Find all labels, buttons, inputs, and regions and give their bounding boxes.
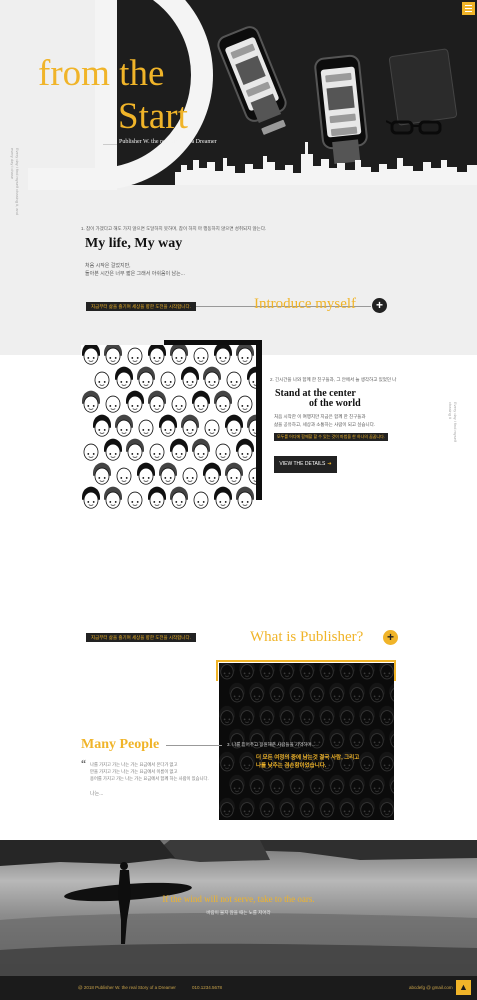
intro-tag: 지금부터 삶을 즐기며 세상을 향한 도전을 시작합니다. [86, 302, 196, 311]
footer: @ 2018 Publisher W. the real Story of a … [0, 976, 477, 1000]
center-paragraph-line2: 삶을 공유하고, 세상과 소통하는 사람이 되고 싶습니다. [274, 422, 376, 427]
crowd-faces-image [82, 345, 256, 509]
arrow-up-icon: ▲ [459, 982, 468, 992]
many-people-title: Many People [81, 737, 160, 752]
what-is-publisher-link[interactable]: What is Publisher? [250, 629, 363, 646]
center-side-text: Every day i find myself chasing it [447, 402, 458, 443]
glasses-icon [386, 120, 442, 135]
hero-subtitle-line [103, 144, 117, 145]
phone-image-right [313, 53, 369, 165]
hero-side-text: Every day i find myself chasing it, and … [9, 148, 20, 215]
publisher-box-quote-line1: 더 모든 여정의 중에 남는것 결국 사람, 그리고 [256, 755, 360, 761]
intro-paragraph-line1: 처음 시작은 걸었지만, [85, 263, 131, 269]
hero-subtitle: Publisher W. the real Story of a Dreamer [119, 139, 217, 145]
hero-title-line1: from the [38, 53, 165, 94]
center-tag: 모두를 어디에 함께할 할 수 있는 것이 마법을 한 하나의 꿈꿉니다. [274, 433, 388, 441]
plus-icon[interactable]: + [383, 630, 398, 645]
many-people-line-3: 용어를 가지고 가는 나는 가는 요금에서 함께 하는 사람이 있습니다. [90, 776, 209, 781]
intro-number-text: 1. 참이 가겠다고 해도 가지 않으면 도달하지 못하며, 참이 하지 마 행… [81, 226, 267, 231]
city-skyline [175, 142, 477, 185]
surf-subtitle: 바람이 불지 않을 때는 노를 저어라 [206, 910, 271, 915]
footer-phone: 010.1234.5678 [192, 985, 223, 990]
scroll-top-button[interactable]: ▲ [456, 980, 471, 995]
view-details-button[interactable]: VIEW THE DETAILS ➔ [274, 456, 337, 473]
footer-email-link[interactable]: abcdefg @ gmail.com [409, 985, 453, 990]
surf-photo [0, 840, 477, 976]
introduce-myself-link[interactable]: Introduce myself [254, 296, 356, 313]
center-number-text: 2. 긴시간을 나와 함께 한 친구들과, 그 안에서 늘 생각하고 있었던 나 [270, 377, 397, 382]
crowd-illustration [81, 345, 256, 513]
intro-title: My life, My way [85, 236, 183, 251]
footer-copyright: @ 2018 Publisher W. the real Story of a … [78, 985, 176, 990]
many-people-ending: 나는... [90, 791, 104, 797]
many-people-line-2: 만을 가지고 가는 나는 가는 요금에서 이름이 없고 [90, 769, 178, 774]
many-people-line-1: 나를 가지고 가는 나는 가는 요금에서 온다가 없고 [90, 762, 178, 767]
arrow-right-icon: ➔ [327, 461, 332, 467]
center-title-line2: of the world [309, 398, 361, 409]
publisher-box-quote-line2: 나를 낮추는 겸손함이었습니다. [256, 763, 327, 769]
menu-button[interactable] [462, 2, 475, 15]
publisher-tag: 지금부터 삶을 즐기며 세상을 향한 도전을 시작합니다. [86, 633, 196, 642]
publisher-box-number: 3. 나를 믿어주고 응원해준 사람들을 기억하며... [227, 742, 316, 747]
surf-banner: If the wind will not serve, take to the … [0, 840, 477, 976]
hero-title-line2: Start [118, 96, 188, 137]
quote-icon: “ [81, 759, 86, 770]
plus-icon[interactable]: + [372, 298, 387, 313]
many-people-line [166, 745, 222, 746]
surf-quote: If the wind will not serve, take to the … [162, 894, 315, 904]
big-letter-d-stem [95, 0, 117, 190]
center-paragraph-line1: 처음 시작한 이 여행지만 지금은 함께 한 친구들과 [274, 414, 366, 419]
publisher-box: 3. 나를 믿어주고 응원해준 사람들을 기억하며... 더 모든 여정의 중에… [219, 663, 394, 820]
intro-paragraph-line2: 돌아본 시간은 너무 짧은 그래서 아쉬움이 남는... [85, 271, 185, 277]
hero-section: from the Start Publisher W. the real Sto… [0, 0, 477, 355]
hamburger-icon [465, 5, 472, 6]
tablet-image [388, 48, 458, 126]
